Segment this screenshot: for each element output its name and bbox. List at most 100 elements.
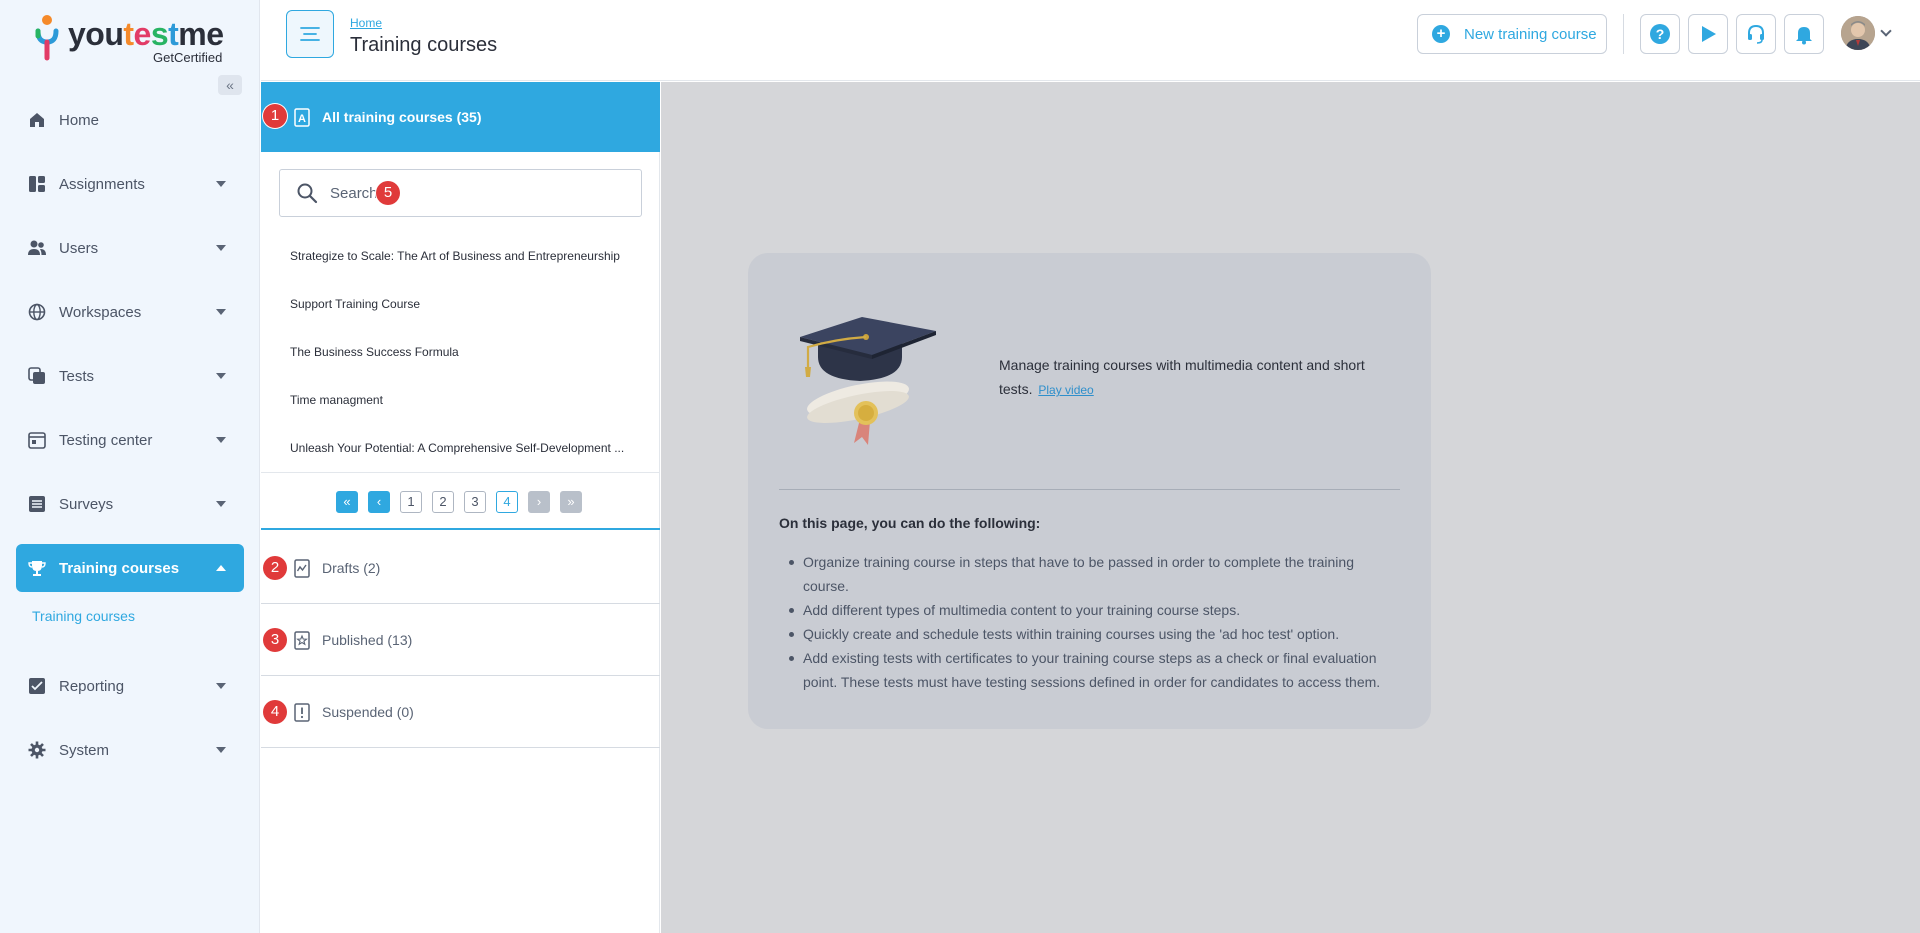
brand-wordmark: youtestme xyxy=(68,16,224,52)
help-button[interactable]: ? xyxy=(1640,14,1680,54)
top-header: Home Training courses + New training cou… xyxy=(261,0,1920,81)
category-label: All training courses (35) xyxy=(322,109,482,125)
sidebar-nav: Home Assignments Users Workspaces Tests … xyxy=(16,96,244,790)
search-placeholder: Search xyxy=(330,184,378,202)
card-heading: On this page, you can do the following: xyxy=(779,515,1041,531)
list-item[interactable]: The Business Success Formula xyxy=(261,328,660,376)
breadcrumb-home[interactable]: Home xyxy=(350,16,382,30)
caret-down-icon xyxy=(216,683,226,689)
double-chevron-left-icon: « xyxy=(343,494,351,509)
globe-icon xyxy=(28,303,46,321)
sidebar-item-tests[interactable]: Tests xyxy=(16,352,244,400)
sidebar-item-surveys[interactable]: Surveys xyxy=(16,480,244,528)
sidebar-item-training-courses[interactable]: Training courses xyxy=(16,544,244,592)
page-button-2[interactable]: 2 xyxy=(432,491,454,513)
menu-toggle-button[interactable] xyxy=(286,10,334,58)
new-training-course-button[interactable]: + New training course xyxy=(1417,14,1607,54)
brand-logo[interactable]: youtestme GetCertified xyxy=(32,14,232,66)
list-icon xyxy=(28,495,46,513)
graduation-cap-illustration xyxy=(800,317,936,445)
list-item[interactable]: Support Training Course xyxy=(261,280,660,328)
caret-down-icon xyxy=(216,309,226,315)
step-badge: 1 xyxy=(263,104,287,128)
sidebar-item-label: System xyxy=(59,741,110,759)
double-chevron-left-icon: « xyxy=(226,77,234,93)
suspended-icon xyxy=(293,702,311,722)
sidebar-item-reporting[interactable]: Reporting xyxy=(16,662,244,710)
assignments-icon xyxy=(28,175,46,193)
category-all-training-courses[interactable]: 1 A All training courses (35) xyxy=(261,82,660,152)
svg-text:?: ? xyxy=(1656,26,1665,42)
feature-item: Add existing tests with certificates to … xyxy=(789,646,1403,694)
first-page-button[interactable]: « xyxy=(336,491,358,513)
account-menu-chevron-icon[interactable] xyxy=(1880,25,1892,37)
sidebar-item-label: Tests xyxy=(59,367,95,385)
list-item[interactable]: Time managment xyxy=(261,376,660,424)
sidebar-item-home[interactable]: Home xyxy=(16,96,244,144)
prev-page-button[interactable]: ‹ xyxy=(368,491,390,513)
caret-down-icon xyxy=(216,501,226,507)
gear-icon xyxy=(28,741,46,759)
sidebar-item-workspaces[interactable]: Workspaces xyxy=(16,288,244,336)
feature-list: Organize training course in steps that h… xyxy=(789,550,1403,694)
page-button-3[interactable]: 3 xyxy=(464,491,486,513)
sidebar-item-testing-center[interactable]: Testing center xyxy=(16,416,244,464)
support-button[interactable] xyxy=(1736,14,1776,54)
caret-down-icon xyxy=(216,181,226,187)
search-icon xyxy=(297,183,318,204)
sidebar: youtestme GetCertified « Home Assignment… xyxy=(0,0,260,933)
drafts-icon xyxy=(293,558,311,578)
page-button-1[interactable]: 1 xyxy=(400,491,422,513)
help-icon: ? xyxy=(1650,24,1670,44)
caret-down-icon xyxy=(216,747,226,753)
user-avatar[interactable] xyxy=(1841,16,1875,50)
play-tutorial-button[interactable] xyxy=(1688,14,1728,54)
sidebar-item-assignments[interactable]: Assignments xyxy=(16,160,244,208)
last-page-button[interactable]: » xyxy=(560,491,582,513)
page-title: Training courses xyxy=(350,34,498,56)
caret-down-icon xyxy=(216,437,226,443)
double-chevron-right-icon: » xyxy=(567,494,575,509)
all-courses-icon: A xyxy=(293,107,311,127)
category-label: Published (13) xyxy=(322,631,413,648)
sidebar-item-label: Surveys xyxy=(59,495,114,513)
category-label: Drafts (2) xyxy=(322,559,381,576)
header-divider xyxy=(1623,14,1624,54)
list-item[interactable]: Strategize to Scale: The Art of Business… xyxy=(261,232,660,280)
step-badge: 3 xyxy=(263,628,287,652)
published-icon xyxy=(293,630,311,650)
pagination: « ‹ 1 2 3 4 › » xyxy=(261,472,660,530)
sidebar-item-system[interactable]: System xyxy=(16,726,244,774)
info-card: Manage training courses with multimedia … xyxy=(748,253,1431,729)
sidebar-item-label: Reporting xyxy=(59,677,125,695)
logo-mark-icon xyxy=(35,15,59,61)
category-published[interactable]: 3 Published (13) xyxy=(261,604,660,676)
feature-item: Quickly create and schedule tests within… xyxy=(789,622,1403,646)
caret-down-icon xyxy=(216,373,226,379)
next-page-button[interactable]: › xyxy=(528,491,550,513)
category-drafts[interactable]: 2 Drafts (2) xyxy=(261,532,660,604)
search-input[interactable]: Search 5 xyxy=(279,169,642,217)
intro-text: Manage training courses with multimedia … xyxy=(999,353,1379,402)
course-list: Strategize to Scale: The Art of Business… xyxy=(261,232,660,472)
trophy-icon xyxy=(28,559,46,577)
home-icon xyxy=(28,111,46,129)
calendar-icon xyxy=(28,431,46,449)
users-icon xyxy=(28,239,46,257)
sidebar-subitem-training-courses[interactable]: Training courses xyxy=(16,602,244,630)
category-suspended[interactable]: 4 Suspended (0) xyxy=(261,676,660,748)
step-badge: 5 xyxy=(376,181,400,205)
sidebar-item-label: Assignments xyxy=(59,175,145,193)
play-video-link[interactable]: Play video xyxy=(1038,383,1093,397)
sidebar-item-users[interactable]: Users xyxy=(16,224,244,272)
chevron-right-icon: › xyxy=(536,494,542,509)
caret-down-icon xyxy=(216,245,226,251)
sidebar-item-label: Testing center xyxy=(59,431,153,449)
brand-tagline: GetCertified xyxy=(153,50,223,65)
sidebar-item-label: Users xyxy=(59,239,99,257)
notifications-button[interactable] xyxy=(1784,14,1824,54)
page-button-current[interactable]: 4 xyxy=(496,491,518,513)
list-item[interactable]: Unleash Your Potential: A Comprehensive … xyxy=(261,424,660,472)
collapse-sidebar-button[interactable]: « xyxy=(218,75,242,95)
new-training-course-label: New training course xyxy=(1464,25,1597,43)
